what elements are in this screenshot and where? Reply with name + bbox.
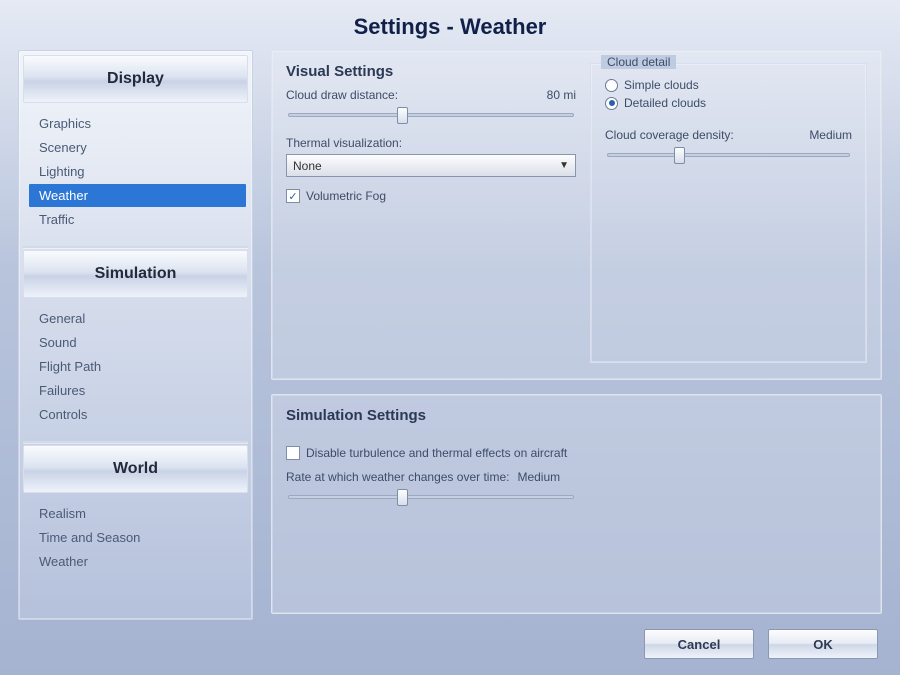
window-title: Settings - Weather [0, 0, 900, 50]
sidebar-item-traffic[interactable]: Traffic [29, 208, 246, 231]
cloud-coverage-density-slider[interactable] [605, 146, 852, 164]
visual-settings-panel: Visual Settings Cloud draw distance: 80 … [271, 50, 882, 380]
slider-thumb[interactable] [674, 147, 685, 164]
cloud-detail-fieldset: Cloud detail Simple clouds Detailed clou… [590, 63, 867, 363]
cloud-coverage-density-label: Cloud coverage density: [605, 128, 734, 142]
radio-icon [605, 79, 618, 92]
sidebar-item-graphics[interactable]: Graphics [29, 112, 246, 135]
disable-turbulence-label: Disable turbulence and thermal effects o… [306, 446, 567, 460]
detailed-clouds-radio[interactable]: Detailed clouds [605, 96, 852, 110]
weather-change-rate-value: Medium [517, 470, 560, 484]
simple-clouds-label: Simple clouds [624, 78, 699, 92]
disable-turbulence-checkbox[interactable]: Disable turbulence and thermal effects o… [286, 446, 867, 460]
sidebar-item-failures[interactable]: Failures [29, 379, 246, 402]
checkbox-icon: ✓ [286, 189, 300, 203]
settings-sidebar: Display Graphics Scenery Lighting Weathe… [18, 50, 253, 620]
weather-change-rate-slider[interactable] [286, 488, 576, 506]
sidebar-divider [23, 246, 248, 248]
sidebar-item-scenery[interactable]: Scenery [29, 136, 246, 159]
slider-thumb[interactable] [397, 107, 408, 124]
dropdown-caret-icon: ▼ [559, 160, 569, 171]
thermal-visualization-label: Thermal visualization: [286, 136, 576, 150]
sidebar-item-general[interactable]: General [29, 307, 246, 330]
sidebar-item-sound[interactable]: Sound [29, 331, 246, 354]
sidebar-section-simulation: Simulation [23, 250, 248, 298]
volumetric-fog-label: Volumetric Fog [306, 189, 386, 203]
cloud-detail-legend: Cloud detail [601, 55, 676, 69]
sidebar-section-display: Display [23, 55, 248, 103]
simple-clouds-radio[interactable]: Simple clouds [605, 78, 852, 92]
sidebar-item-time-and-season[interactable]: Time and Season [29, 526, 246, 549]
weather-change-rate-label: Rate at which weather changes over time: [286, 470, 509, 484]
simulation-settings-title: Simulation Settings [286, 395, 867, 434]
cancel-button[interactable]: Cancel [644, 629, 754, 659]
radio-icon [605, 97, 618, 110]
detailed-clouds-label: Detailed clouds [624, 96, 706, 110]
ok-button[interactable]: OK [768, 629, 878, 659]
sidebar-item-realism[interactable]: Realism [29, 502, 246, 525]
cloud-draw-distance-label: Cloud draw distance: [286, 88, 398, 102]
visual-settings-title: Visual Settings [286, 51, 576, 88]
sidebar-section-world: World [23, 445, 248, 493]
simulation-settings-panel: Simulation Settings Disable turbulence a… [271, 394, 882, 614]
thermal-visualization-select[interactable]: None ▼ [286, 154, 576, 177]
thermal-visualization-value: None [293, 159, 322, 173]
cloud-draw-distance-value: 80 mi [547, 88, 576, 102]
sidebar-item-world-weather[interactable]: Weather [29, 550, 246, 573]
sidebar-item-lighting[interactable]: Lighting [29, 160, 246, 183]
sidebar-item-flight-path[interactable]: Flight Path [29, 355, 246, 378]
cloud-draw-distance-slider[interactable] [286, 106, 576, 124]
cloud-coverage-density-value: Medium [809, 128, 852, 142]
slider-thumb[interactable] [397, 489, 408, 506]
checkbox-icon [286, 446, 300, 460]
sidebar-item-weather[interactable]: Weather [29, 184, 246, 207]
dialog-footer: Cancel OK [644, 629, 878, 659]
sidebar-item-controls[interactable]: Controls [29, 403, 246, 426]
sidebar-divider [23, 441, 248, 443]
volumetric-fog-checkbox[interactable]: ✓ Volumetric Fog [286, 189, 576, 203]
